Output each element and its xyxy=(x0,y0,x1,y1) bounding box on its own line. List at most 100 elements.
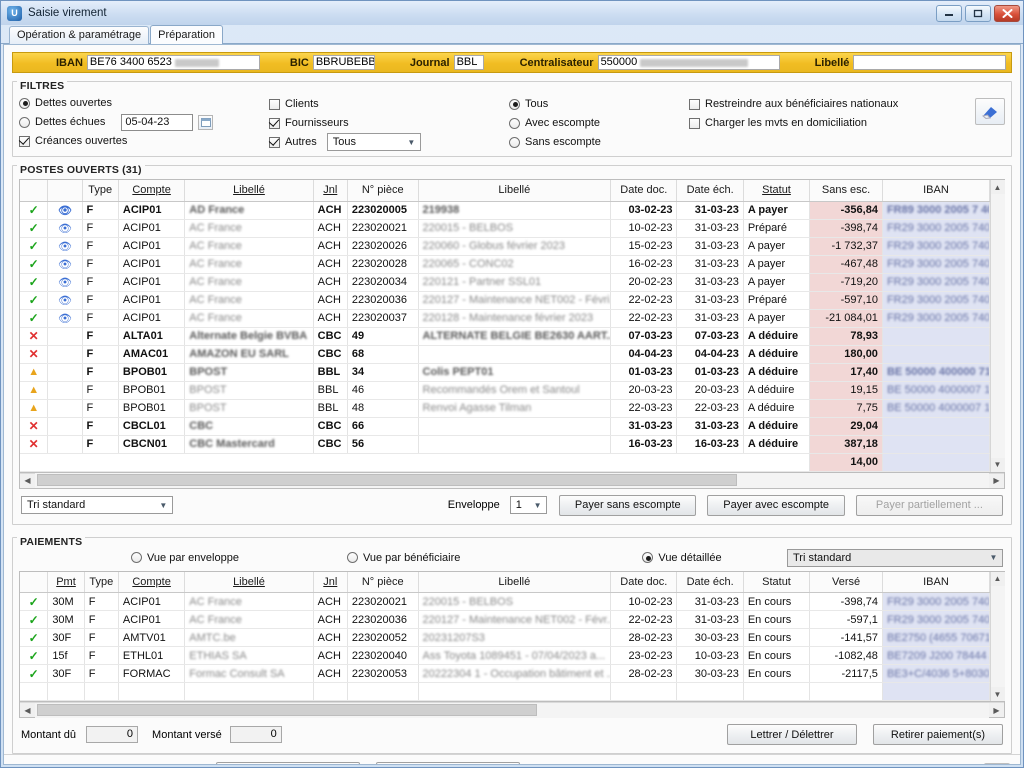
enveloppe-combo[interactable]: 1 ▼ xyxy=(510,496,547,514)
retirer-paiements-button[interactable]: Retirer paiement(s) xyxy=(873,724,1003,745)
scroll-down-icon[interactable]: ▼ xyxy=(991,458,1005,472)
scroll-down-icon[interactable]: ▼ xyxy=(991,687,1005,701)
filter-tous[interactable]: Tous xyxy=(509,96,689,112)
row-eye-icon[interactable]: 👁 xyxy=(48,309,82,327)
paiements-col-pmt[interactable]: Pmt xyxy=(48,572,84,593)
postes-col-piece[interactable]: N° pièce xyxy=(347,180,418,201)
row-eye-icon[interactable]: 👁 xyxy=(48,255,82,273)
scroll-right-icon[interactable]: ▶ xyxy=(989,703,1004,718)
postes-col-mark[interactable] xyxy=(20,180,48,201)
paiements-col-dateech[interactable]: Date éch. xyxy=(677,572,743,593)
table-row[interactable]: ✓👁FACIP01AC FranceACH223020021220015 - B… xyxy=(20,219,990,237)
scroll-thumb-h[interactable] xyxy=(37,474,737,486)
row-status-mark[interactable]: ▲ xyxy=(20,381,48,399)
row-eye-icon[interactable] xyxy=(48,345,82,363)
row-status-mark[interactable]: ✓ xyxy=(20,593,48,611)
checkbox-charger-mvts[interactable] xyxy=(689,118,700,129)
table-row[interactable]: ✓30MFACIP01AC FranceACH223020036220127 -… xyxy=(20,611,990,629)
postes-col-iban[interactable]: IBAN xyxy=(882,180,989,201)
postes-col-dateech[interactable]: Date éch. xyxy=(677,180,743,201)
checkbox-clients[interactable] xyxy=(269,99,280,110)
table-row[interactable]: ✓30FFAMTV01AMTC.beACH22302005220231207S3… xyxy=(20,629,990,647)
row-status-mark[interactable]: ✕ xyxy=(20,327,48,345)
checkbox-fournisseurs[interactable] xyxy=(269,118,280,129)
vue-detaillee-option[interactable]: Vue détaillée xyxy=(642,550,721,566)
table-row[interactable]: ✓👁FACIP01AC FranceACH223020028220065 - C… xyxy=(20,255,990,273)
journal-field[interactable]: BBL xyxy=(454,55,484,70)
filter-restreindre[interactable]: Restreindre aux bénéficiaires nationaux xyxy=(689,96,898,112)
table-row[interactable]: ✓👁FACIP01AC FranceACH223020036220127 - M… xyxy=(20,291,990,309)
table-row[interactable]: ✓👁FACIP01AC FranceACH223020034220121 - P… xyxy=(20,273,990,291)
filter-sans-escompte[interactable]: Sans escompte xyxy=(509,134,689,150)
calendar-icon[interactable] xyxy=(198,115,213,130)
checkbox-restreindre[interactable] xyxy=(689,99,700,110)
postes-col-compte[interactable]: Compte xyxy=(118,180,184,201)
radio-tous[interactable] xyxy=(509,99,520,110)
filter-charger-mvts[interactable]: Charger les mvts en domiciliation xyxy=(689,115,898,131)
date-input[interactable]: 05-04-23 xyxy=(121,114,193,131)
scroll-left-icon[interactable]: ◀ xyxy=(20,703,35,718)
vue-beneficiaire-option[interactable]: Vue par bénéficiaire xyxy=(347,550,460,566)
paiements-col-verse[interactable]: Versé xyxy=(810,572,883,593)
row-eye-icon[interactable] xyxy=(48,363,82,381)
scroll-track-h[interactable] xyxy=(35,473,989,488)
postes-col-jnl[interactable]: Jnl xyxy=(313,180,347,201)
table-row[interactable]: ✓15fFETHL01ETHIAS SAACH223020040Ass Toyo… xyxy=(20,647,990,665)
help-icon[interactable]: ? xyxy=(558,764,580,766)
row-eye-icon[interactable] xyxy=(48,327,82,345)
table-row[interactable]: ✕FALTA01Alternate Belgie BVBACBC49ALTERN… xyxy=(20,327,990,345)
table-row[interactable]: ✕FCBCN01CBC MastercardCBC5616-03-2316-03… xyxy=(20,435,990,453)
row-status-mark[interactable]: ✓ xyxy=(20,201,48,219)
filter-clients[interactable]: Clients xyxy=(269,96,509,112)
montant-du-input[interactable]: 0 xyxy=(86,726,138,743)
transferer-button[interactable]: Transférer ... xyxy=(216,762,360,765)
row-status-mark[interactable]: ✓ xyxy=(20,611,48,629)
postes-col-statut[interactable]: Statut xyxy=(743,180,809,201)
row-status-mark[interactable]: ✓ xyxy=(20,255,48,273)
eraser-icon[interactable] xyxy=(975,98,1005,125)
table-row[interactable]: ▲FBPOB01BPOSTBBL34Colis PEPT0101-03-2301… xyxy=(20,363,990,381)
bic-field[interactable]: BBRUBEBB xyxy=(313,55,375,70)
row-status-mark[interactable]: ✓ xyxy=(20,273,48,291)
postes-col-libelle1[interactable]: Libellé xyxy=(185,180,313,201)
vue-enveloppe-option[interactable]: Vue par enveloppe xyxy=(131,550,239,566)
radio-sans-escompte[interactable] xyxy=(509,137,520,148)
centralisateur-field[interactable]: 550000 xyxy=(598,55,780,70)
paiements-col-datedoc[interactable]: Date doc. xyxy=(611,572,677,593)
table-row[interactable]: ✓👁FACIP01AD FranceACH22302000521993803-0… xyxy=(20,201,990,219)
radio-dettes-ouvertes[interactable] xyxy=(19,98,30,109)
row-eye-icon[interactable]: 👁 xyxy=(48,201,82,219)
row-eye-icon[interactable] xyxy=(48,417,82,435)
filter-dettes-ouvertes[interactable]: Dettes ouvertes xyxy=(19,95,269,111)
row-status-mark[interactable]: ✓ xyxy=(20,629,48,647)
row-status-mark[interactable]: ✓ xyxy=(20,237,48,255)
minimize-button[interactable] xyxy=(936,5,962,22)
row-status-mark[interactable]: ✓ xyxy=(20,309,48,327)
scroll-right-icon[interactable]: ▶ xyxy=(989,473,1004,488)
filter-dettes-echues[interactable]: Dettes échues 05-04-23 xyxy=(19,114,269,130)
paiements-col-libelle2[interactable]: Libellé xyxy=(418,572,611,593)
postes-tri-combo[interactable]: Tri standard ▼ xyxy=(21,496,173,514)
libelle-field[interactable] xyxy=(853,55,1006,70)
row-status-mark[interactable]: ✓ xyxy=(20,665,48,683)
paiements-tri-combo[interactable]: Tri standard ▼ xyxy=(787,549,1003,567)
row-status-mark[interactable]: ▲ xyxy=(20,363,48,381)
postes-col-type[interactable]: Type xyxy=(82,180,118,201)
table-row[interactable]: ▲FBPOB01BPOSTBBL46Recommandés Orem et Sa… xyxy=(20,381,990,399)
lettrer-delettrer-button[interactable]: Lettrer / Délettrer xyxy=(727,724,857,745)
row-status-mark[interactable]: ✕ xyxy=(20,417,48,435)
autres-combo[interactable]: Tous ▼ xyxy=(327,133,421,151)
scroll-thumb-h[interactable] xyxy=(37,704,537,716)
paiements-col-statut[interactable]: Statut xyxy=(743,572,809,593)
paiements-col-iban[interactable]: IBAN xyxy=(882,572,989,593)
row-status-mark[interactable]: ✕ xyxy=(20,345,48,363)
paiements-col-piece[interactable]: N° pièce xyxy=(347,572,418,593)
radio-dettes-echues[interactable] xyxy=(19,117,30,128)
row-eye-icon[interactable]: 👁 xyxy=(48,291,82,309)
filter-fournisseurs[interactable]: Fournisseurs xyxy=(269,115,509,131)
scroll-up-icon[interactable]: ▲ xyxy=(991,180,1005,194)
paiements-col-compte[interactable]: Compte xyxy=(118,572,184,593)
maximize-button[interactable] xyxy=(965,5,991,22)
row-eye-icon[interactable] xyxy=(48,399,82,417)
postes-col-sansesc[interactable]: Sans esc. xyxy=(810,180,883,201)
